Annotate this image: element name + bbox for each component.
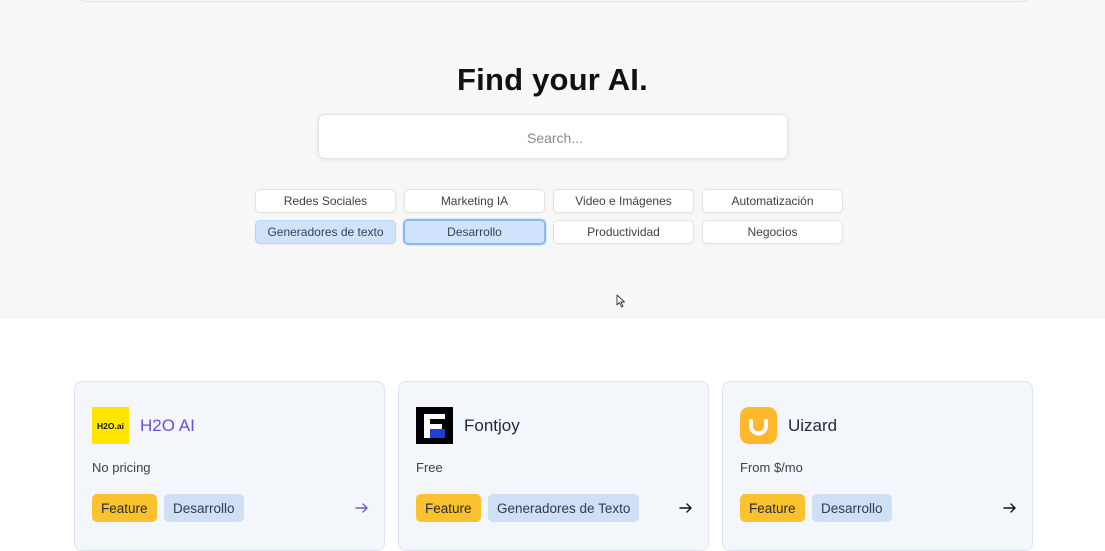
category-chip-productividad[interactable]: Productividad <box>553 220 694 244</box>
category-chip-marketing-ia[interactable]: Marketing IA <box>404 189 545 213</box>
category-chip-automatizacion[interactable]: Automatización <box>702 189 843 213</box>
search-input[interactable] <box>319 115 791 160</box>
category-tag[interactable]: Generadores de Texto <box>488 494 640 522</box>
search-box[interactable] <box>318 114 791 160</box>
feature-tag: Feature <box>416 494 481 522</box>
category-chip-redes-sociales[interactable]: Redes Sociales <box>255 189 396 213</box>
tool-name[interactable]: H2O AI <box>140 416 195 436</box>
tool-card-uizard[interactable]: Uizard From $/mo Feature Desarrollo <box>722 381 1033 551</box>
category-chip-generadores-texto[interactable]: Generadores de texto <box>255 220 396 244</box>
category-tag[interactable]: Desarrollo <box>812 494 892 522</box>
arrow-right-icon[interactable] <box>1002 500 1018 516</box>
arrow-right-icon[interactable] <box>678 500 694 516</box>
mouse-cursor-icon <box>616 294 625 308</box>
page-title: Find your AI. <box>457 62 648 97</box>
feature-tag: Feature <box>92 494 157 522</box>
category-chip-desarrollo[interactable]: Desarrollo <box>403 219 546 245</box>
tool-name[interactable]: Fontjoy <box>464 416 520 436</box>
category-chip-negocios[interactable]: Negocios <box>702 220 843 244</box>
uizard-logo-icon <box>740 407 777 444</box>
arrow-right-icon[interactable] <box>354 500 370 516</box>
pricing-text: From $/mo <box>740 460 803 475</box>
hero-section: Find your AI. Redes Sociales Marketing I… <box>0 0 1105 319</box>
uizard-glyph <box>749 419 768 436</box>
tool-card-fontjoy[interactable]: Fontjoy Free Feature Generadores de Text… <box>398 381 709 551</box>
pricing-text: No pricing <box>92 460 151 475</box>
category-tag[interactable]: Desarrollo <box>164 494 244 522</box>
logo-text: H2O.ai <box>97 420 124 431</box>
feature-tag: Feature <box>740 494 805 522</box>
fontjoy-glyph <box>419 410 450 441</box>
h2o-logo-icon: H2O.ai <box>92 407 129 444</box>
category-chip-video-imagenes[interactable]: Video e Imágenes <box>553 189 694 213</box>
pricing-text: Free <box>416 460 443 475</box>
tool-card-h2o-ai[interactable]: H2O.ai H2O AI No pricing Feature Desarro… <box>74 381 385 551</box>
tool-name[interactable]: Uizard <box>788 416 837 436</box>
header-bar <box>78 0 1030 2</box>
fontjoy-logo-icon <box>416 407 453 444</box>
